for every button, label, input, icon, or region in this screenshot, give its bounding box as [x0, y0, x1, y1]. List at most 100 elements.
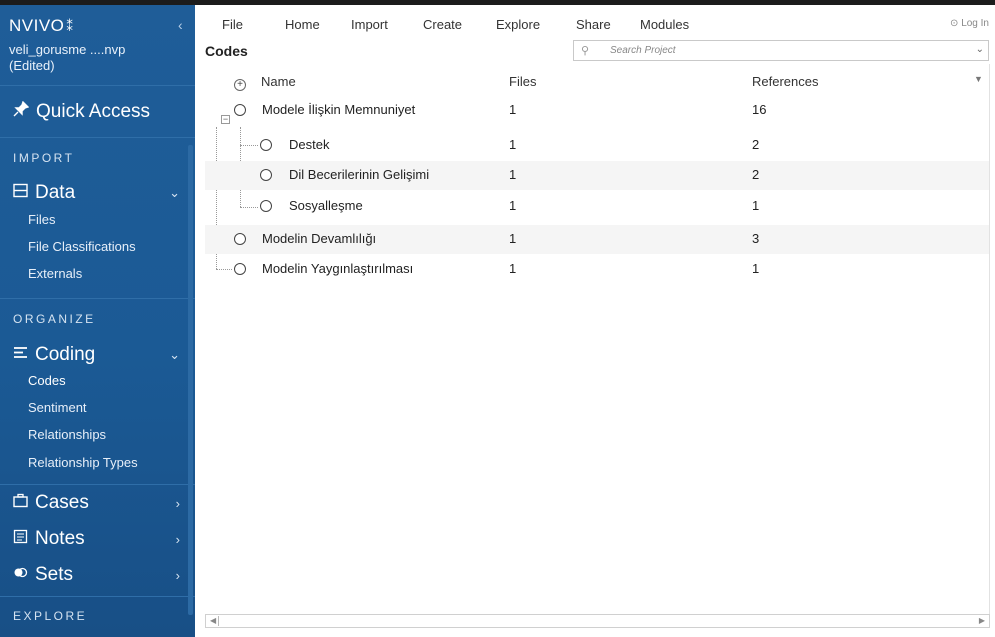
code-files: 1 — [509, 231, 517, 246]
login-label: Log In — [961, 18, 989, 29]
sidebar-item-sentiment[interactable]: Sentiment — [28, 400, 87, 415]
code-files: 1 — [509, 102, 517, 117]
column-header-files[interactable]: Files — [509, 74, 536, 89]
code-name: Dil Becerilerinin Gelişimi — [289, 167, 430, 182]
code-node-icon — [234, 263, 246, 275]
column-header-name[interactable]: Name — [261, 74, 296, 89]
code-files: 1 — [509, 137, 517, 152]
sidebar-divider — [0, 298, 195, 299]
code-node-icon — [260, 200, 272, 212]
code-name: Sosyalleşme — [289, 198, 363, 213]
section-organize: ORGANIZE — [13, 312, 96, 326]
code-name: Modele İlişkin Memnuniyet — [262, 102, 416, 117]
sidebar-group-coding[interactable]: Coding ⌄ — [13, 344, 188, 366]
sidebar-divider — [0, 484, 195, 485]
collapse-node-icon[interactable]: − — [221, 115, 230, 124]
notes-icon — [13, 528, 28, 550]
chevron-right-icon: › — [175, 531, 180, 547]
horizontal-scrollbar[interactable]: ◀ ▶ — [205, 614, 990, 628]
sidebar-group-label: Coding — [35, 344, 96, 365]
code-references: 2 — [752, 167, 760, 182]
code-node-icon — [260, 169, 272, 181]
menu-share[interactable]: Share — [576, 17, 611, 32]
sort-arrow-icon[interactable]: ▼ — [974, 74, 983, 84]
logo-text: NVIVO — [9, 16, 65, 35]
coding-icon — [13, 344, 28, 366]
chevron-right-icon: › — [175, 495, 180, 511]
navigation-sidebar: NVIVO ⁑ ‹ veli_gorusme ....nvp (Edited) Q… — [0, 5, 195, 637]
sidebar-divider — [0, 137, 195, 138]
chevron-down-icon: ⌄ — [169, 185, 180, 200]
table-row[interactable]: Dil Becerilerinin Gelişimi 1 2 — [205, 161, 990, 190]
search-project-input[interactable]: ⚲ Search Project ⌄ — [573, 40, 989, 61]
scroll-left-icon[interactable]: ◀ — [210, 616, 216, 625]
project-status: (Edited) — [9, 58, 55, 73]
table-row[interactable]: Modele İlişkin Memnuniyet 1 16 — [205, 96, 990, 125]
code-files: 1 — [509, 261, 517, 276]
code-references: 3 — [752, 231, 760, 246]
project-file-name: veli_gorusme ....nvp — [9, 42, 126, 57]
add-code-icon[interactable]: + — [234, 79, 246, 91]
user-icon: ⊙ — [950, 18, 962, 29]
sidebar-item-externals[interactable]: Externals — [28, 266, 82, 281]
sidebar-item-relationships[interactable]: Relationships — [28, 427, 106, 442]
menu-create[interactable]: Create — [423, 17, 462, 32]
menu-explore[interactable]: Explore — [496, 17, 540, 32]
sidebar-group-label: Notes — [35, 528, 85, 549]
project-info: veli_gorusme ....nvp (Edited) — [9, 42, 125, 74]
table-row[interactable]: Modelin Yaygınlaştırılması 1 1 — [205, 255, 990, 284]
menu-modules[interactable]: Modules — [640, 17, 689, 32]
pin-icon — [13, 100, 30, 123]
sidebar-group-label: Sets — [35, 564, 74, 585]
menu-home[interactable]: Home — [285, 17, 320, 32]
sidebar-item-files[interactable]: Files — [28, 212, 55, 227]
nvivo-logo: NVIVO ⁑ — [9, 16, 73, 36]
search-placeholder: Search Project — [610, 45, 676, 56]
chevron-right-icon: › — [175, 567, 180, 583]
scroll-thumb[interactable] — [218, 616, 974, 626]
sidebar-item-file-classifications[interactable]: File Classifications — [28, 239, 136, 254]
quick-access-label: Quick Access — [36, 101, 151, 122]
table-row[interactable]: Sosyalleşme 1 1 — [205, 192, 990, 221]
code-node-icon — [234, 104, 246, 116]
sets-icon — [13, 564, 28, 586]
section-explore: EXPLORE — [13, 609, 88, 623]
code-references: 16 — [752, 102, 767, 117]
quick-access-link[interactable]: Quick Access — [13, 100, 151, 123]
sidebar-scrollbar[interactable] — [188, 145, 193, 615]
sidebar-group-notes[interactable]: Notes › — [13, 528, 188, 550]
login-button[interactable]: ⊙ Log In — [950, 18, 989, 29]
briefcase-icon — [13, 492, 28, 514]
code-name: Modelin Devamlılığı — [262, 231, 377, 246]
chevron-down-icon[interactable]: ⌄ — [976, 44, 984, 55]
code-references: 1 — [752, 198, 760, 213]
table-row[interactable]: Destek 1 2 — [205, 131, 990, 160]
code-node-icon — [260, 139, 272, 151]
section-import: IMPORT — [13, 151, 75, 165]
code-name: Modelin Yaygınlaştırılması — [262, 261, 414, 276]
sidebar-group-sets[interactable]: Sets › — [13, 564, 188, 586]
column-header-references[interactable]: References — [752, 74, 818, 89]
menu-file[interactable]: File — [222, 17, 243, 32]
vertical-scroll-track — [989, 64, 990, 614]
menu-bar: File Home Import Create Explore Share Mo… — [195, 5, 995, 37]
sidebar-item-codes[interactable]: Codes — [28, 373, 66, 388]
code-references: 2 — [752, 137, 760, 152]
table-row[interactable]: Modelin Devamlılığı 1 3 — [205, 225, 990, 254]
sidebar-group-data[interactable]: Data ⌄ — [13, 182, 188, 204]
menu-import[interactable]: Import — [351, 17, 388, 32]
search-icon: ⚲ — [581, 45, 590, 57]
code-node-icon — [234, 233, 246, 245]
collapse-sidebar-icon[interactable]: ‹ — [178, 17, 183, 33]
sidebar-item-relationship-types[interactable]: Relationship Types — [28, 455, 138, 470]
sidebar-divider — [0, 596, 195, 597]
code-references: 1 — [752, 261, 760, 276]
sidebar-divider — [0, 85, 195, 86]
sidebar-group-cases[interactable]: Cases › — [13, 492, 188, 514]
logo-dots-icon: ⁑ — [66, 19, 74, 34]
code-files: 1 — [509, 198, 517, 213]
code-name: Destek — [289, 137, 330, 152]
sidebar-group-label: Data — [35, 182, 76, 203]
code-files: 1 — [509, 167, 517, 182]
scroll-right-icon[interactable]: ▶ — [979, 616, 985, 625]
